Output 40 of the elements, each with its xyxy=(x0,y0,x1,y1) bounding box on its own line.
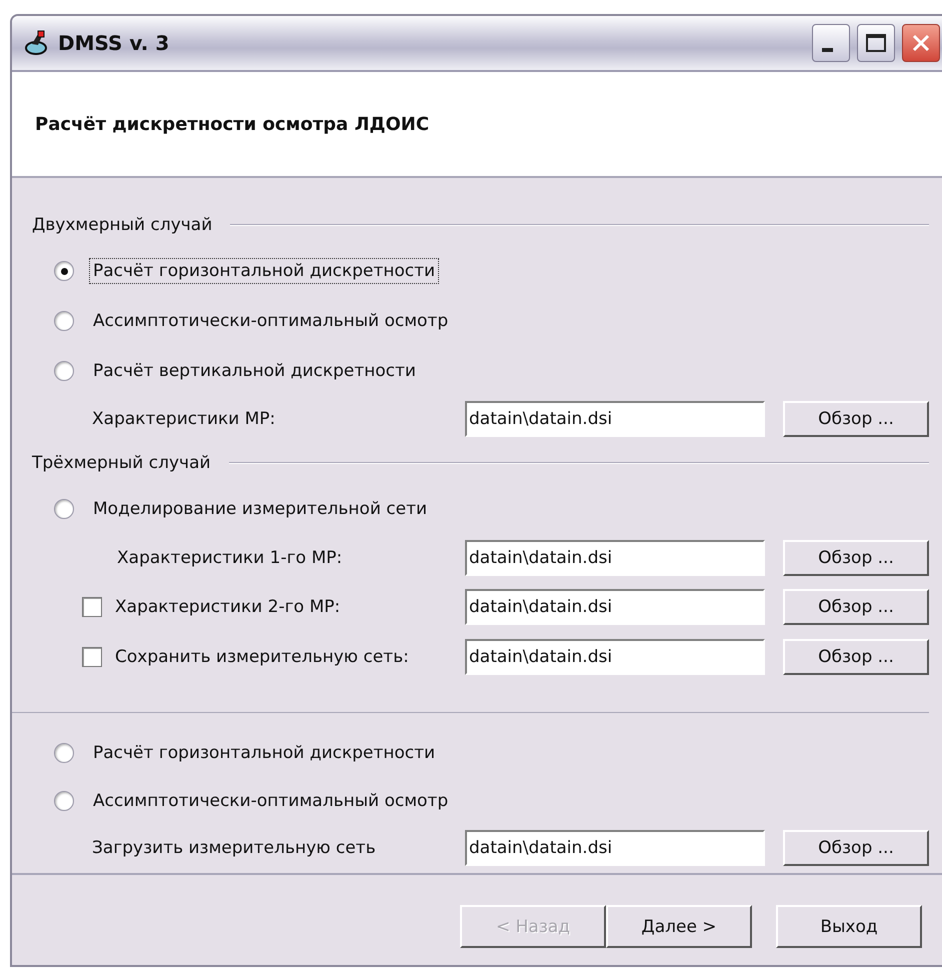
window-title: DMSS v. 3 xyxy=(58,31,170,55)
browse-button[interactable]: Обзор ... xyxy=(783,540,929,576)
group-label: Трёхмерный случай xyxy=(32,453,211,473)
field-label: Характеристики 1-го МР: xyxy=(117,548,342,568)
checkbox[interactable] xyxy=(82,597,102,617)
app-icon xyxy=(24,30,50,56)
checkbox[interactable] xyxy=(82,647,102,667)
close-icon xyxy=(910,32,932,54)
exit-button[interactable]: Выход xyxy=(776,905,922,948)
field-label: Загрузить измерительную сеть xyxy=(92,838,376,858)
page-title: Расчёт дискретности осмотра ЛДОИС xyxy=(35,114,430,134)
group-label: Двухмерный случай xyxy=(32,215,212,235)
path-field[interactable]: datain\datain.dsi xyxy=(465,401,765,437)
path-field[interactable]: datain\datain.dsi xyxy=(465,589,765,625)
browse-button[interactable]: Обзор ... xyxy=(783,589,929,625)
field-label: Характеристики 2-го МР: xyxy=(115,597,340,617)
path-field[interactable]: datain\datain.dsi xyxy=(465,830,765,866)
radio-label[interactable]: Ассимптотически-оптимальный осмотр xyxy=(89,788,452,814)
browse-button[interactable]: Обзор ... xyxy=(783,830,929,866)
close-button[interactable] xyxy=(902,24,940,62)
radio-button[interactable] xyxy=(54,791,74,811)
browse-button[interactable]: Обзор ... xyxy=(783,639,929,675)
maximize-button[interactable] xyxy=(857,24,895,62)
radio-button[interactable] xyxy=(54,499,74,519)
radio-label[interactable]: Расчёт горизонтальной дискретности xyxy=(89,740,440,766)
next-button[interactable]: Далее > xyxy=(606,905,752,948)
radio-button[interactable] xyxy=(54,361,74,381)
radio-label[interactable]: Расчёт горизонтальной дискретности xyxy=(89,258,440,284)
radio-label[interactable]: Расчёт вертикальной дискретности xyxy=(89,358,420,384)
radio-button[interactable] xyxy=(54,261,74,281)
minimize-button[interactable] xyxy=(812,24,850,62)
radio-button[interactable] xyxy=(54,311,74,331)
browse-button[interactable]: Обзор ... xyxy=(783,401,929,437)
path-field[interactable]: datain\datain.dsi xyxy=(465,639,765,675)
field-label: Сохранить измерительную сеть: xyxy=(115,647,409,667)
radio-button[interactable] xyxy=(54,743,74,763)
path-field[interactable]: datain\datain.dsi xyxy=(465,540,765,576)
radio-label[interactable]: Моделирование измерительной сети xyxy=(89,496,432,522)
radio-label[interactable]: Ассимптотически-оптимальный осмотр xyxy=(89,308,452,334)
field-label: Характеристики МР: xyxy=(92,409,276,429)
